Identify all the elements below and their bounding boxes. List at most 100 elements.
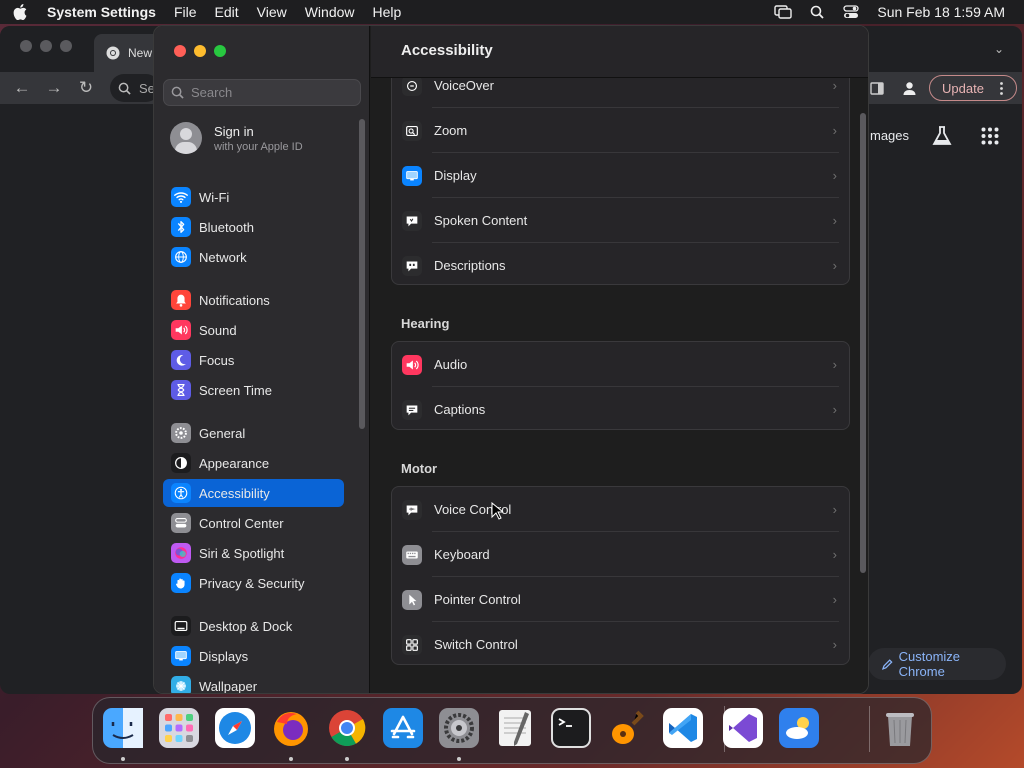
sidebar-item-desktop-dock[interactable]: Desktop & Dock <box>163 612 344 640</box>
search-placeholder: Search <box>191 85 233 100</box>
minimize-window-icon[interactable] <box>194 45 206 57</box>
signin-subtitle: with your Apple ID <box>214 140 303 153</box>
sidebar-item-wallpaper[interactable]: Wallpaper <box>163 672 344 693</box>
sidebar-item-screen-time[interactable]: Screen Time <box>163 376 344 404</box>
sidebar-item-general[interactable]: General <box>163 419 344 447</box>
finder-icon[interactable] <box>101 706 145 750</box>
running-indicator <box>121 757 125 761</box>
vscode-icon[interactable] <box>661 706 705 750</box>
sidebar-item-network[interactable]: Network <box>163 243 344 271</box>
spotlight-search-icon[interactable] <box>800 0 834 24</box>
sidebar-item-label: Bluetooth <box>199 219 254 235</box>
app-menu[interactable]: System Settings <box>40 4 165 20</box>
chrome-icon[interactable] <box>325 706 369 750</box>
sidebar-item-siri-spotlight[interactable]: Siri & Spotlight <box>163 539 344 567</box>
row-switch-control[interactable]: Switch Control › <box>392 622 849 667</box>
main-scrollbar[interactable] <box>860 113 866 573</box>
sidebar-item-bluetooth[interactable]: Bluetooth <box>163 213 344 241</box>
sidebar-item-privacy-security[interactable]: Privacy & Security <box>163 569 344 597</box>
update-button[interactable]: Update <box>929 75 1017 101</box>
pointer-icon <box>402 589 422 610</box>
sidebar-item-displays[interactable]: Displays <box>163 642 344 670</box>
row-label: Keyboard <box>434 547 490 562</box>
weather-icon[interactable] <box>777 706 821 750</box>
reload-icon[interactable]: ↻ <box>71 72 101 104</box>
hourglass-icon <box>171 380 191 400</box>
chevron-right-icon: › <box>832 213 837 228</box>
sidebar-item-label: Notifications <box>199 292 270 308</box>
row-display[interactable]: Display › <box>392 153 849 198</box>
launchpad-icon[interactable] <box>157 706 201 750</box>
chrome-logo-icon <box>106 46 120 60</box>
sidebar-item-focus[interactable]: Focus <box>163 346 344 374</box>
labs-flask-icon[interactable] <box>931 125 953 150</box>
page-header-overlay: Accessibility <box>371 26 868 78</box>
apps-grid-icon[interactable] <box>981 127 999 148</box>
accessibility-icon <box>171 483 191 503</box>
row-pointer-control[interactable]: Pointer Control › <box>392 577 849 622</box>
zoom-window-icon[interactable] <box>214 45 226 57</box>
screen-mirroring-icon[interactable] <box>766 0 800 24</box>
close-window-icon[interactable] <box>174 45 186 57</box>
row-label: Captions <box>434 402 486 417</box>
update-label: Update <box>942 80 984 96</box>
sidebar-item-label: Focus <box>199 352 235 368</box>
profile-icon[interactable] <box>894 72 924 104</box>
help-menu[interactable]: Help <box>364 4 411 20</box>
zoom-icon[interactable] <box>60 40 72 52</box>
chevron-right-icon: › <box>832 637 837 652</box>
textedit-icon[interactable] <box>493 706 537 750</box>
trash-icon[interactable] <box>878 706 922 750</box>
dock-icon <box>171 616 191 636</box>
row-audio[interactable]: Audio › <box>392 342 849 387</box>
apple-menu-icon[interactable] <box>0 4 40 20</box>
back-icon[interactable]: ← <box>7 72 37 104</box>
view-menu[interactable]: View <box>248 4 296 20</box>
file-menu[interactable]: File <box>165 4 206 20</box>
control-center-icon[interactable] <box>834 0 868 24</box>
motor-section-title: Motor <box>401 461 438 476</box>
row-keyboard[interactable]: Keyboard › <box>392 532 849 577</box>
row-voice-control[interactable]: Voice Control › <box>392 487 849 532</box>
row-captions[interactable]: Captions › <box>392 387 849 432</box>
terminal-icon[interactable] <box>549 706 593 750</box>
app-store-icon[interactable] <box>381 706 425 750</box>
clock[interactable]: Sun Feb 18 1:59 AM <box>868 4 1024 20</box>
window-menu[interactable]: Window <box>296 4 364 20</box>
garageband-icon[interactable] <box>605 706 649 750</box>
sidebar-item-accessibility[interactable]: Accessibility <box>163 479 344 507</box>
safari-icon[interactable] <box>213 706 257 750</box>
row-spoken-content[interactable]: Spoken Content › <box>392 198 849 243</box>
sidebar-item-control-center[interactable]: Control Center <box>163 509 344 537</box>
hand-icon <box>171 573 191 593</box>
close-icon[interactable] <box>20 40 32 52</box>
minimize-icon[interactable] <box>40 40 52 52</box>
sidebar-scrollbar[interactable] <box>359 119 365 429</box>
edit-menu[interactable]: Edit <box>206 4 248 20</box>
sidebar-item-notifications[interactable]: Notifications <box>163 286 344 314</box>
gear-icon <box>171 423 191 443</box>
sidebar-item-wi-fi[interactable]: Wi-Fi <box>163 183 344 211</box>
speaker-icon <box>402 354 422 375</box>
search-input[interactable]: Search <box>163 79 361 106</box>
system-settings-icon[interactable] <box>437 706 481 750</box>
sidebar-item-label: Privacy & Security <box>199 575 305 591</box>
images-link[interactable]: mages <box>870 128 909 143</box>
firefox-icon[interactable] <box>269 706 313 750</box>
apple-id-signin[interactable]: Sign in with your Apple ID <box>170 122 303 154</box>
row-descriptions[interactable]: Descriptions › <box>392 243 849 288</box>
bluetooth-icon <box>171 217 191 237</box>
customize-chrome-button[interactable]: Customize Chrome <box>868 648 1006 680</box>
row-zoom[interactable]: Zoom › <box>392 108 849 153</box>
dock <box>92 697 932 764</box>
customize-label: Customize Chrome <box>898 649 961 679</box>
dock-separator <box>869 706 870 752</box>
sidebar-item-appearance[interactable]: Appearance <box>163 449 344 477</box>
chrome-window-controls <box>20 40 72 52</box>
forward-icon[interactable]: → <box>39 72 69 104</box>
visual-studio-icon[interactable] <box>721 706 765 750</box>
mouse-cursor-icon <box>491 501 505 525</box>
tab-search-chevron-icon[interactable]: ⌄ <box>994 42 1004 56</box>
sidebar-item-sound[interactable]: Sound <box>163 316 344 344</box>
chrome-menu-icon[interactable] <box>1000 82 1003 100</box>
